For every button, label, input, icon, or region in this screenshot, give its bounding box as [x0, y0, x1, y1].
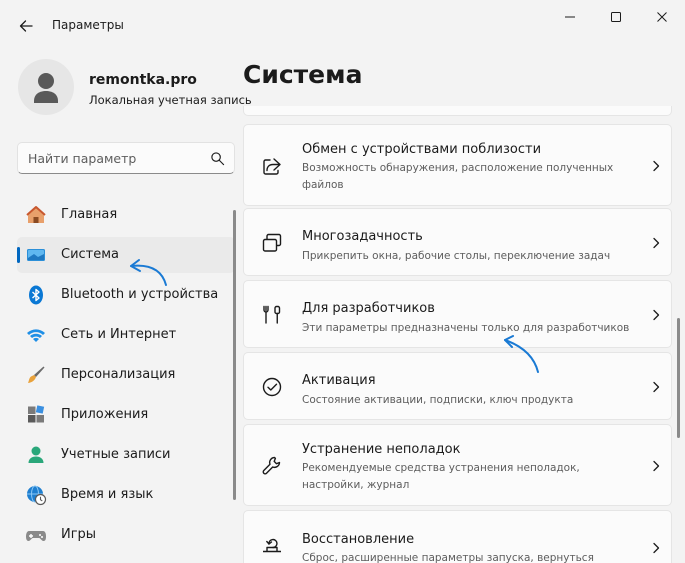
- settings-card-recovery[interactable]: Восстановление Сброс, расширенные параме…: [243, 510, 672, 563]
- sidebar-item-label: Приложения: [61, 407, 149, 422]
- close-button[interactable]: [639, 0, 685, 34]
- setting-description: Прикрепить окна, рабочие столы, переключ…: [302, 250, 611, 262]
- settings-window: Параметры remontka.pro Локальная учетная…: [0, 0, 685, 563]
- home-icon: [26, 206, 46, 223]
- settings-card-troubleshoot[interactable]: Устранение неполадок Рекомендуемые средс…: [243, 424, 672, 506]
- bluetooth-icon: [29, 285, 43, 305]
- chevron-right-icon: [653, 381, 660, 393]
- sidebar-item-label: Время и язык: [61, 487, 154, 502]
- multitask-icon: [262, 233, 282, 252]
- setting-description: Состояние активации, подписки, ключ прод…: [302, 394, 574, 406]
- sidebar-item-bluetooth[interactable]: Bluetooth и устройства: [17, 277, 235, 313]
- sidebar-item-label: Система: [61, 247, 120, 262]
- sidebar-item-label: Сеть и Интернет: [61, 327, 177, 342]
- selection-indicator: [17, 247, 20, 263]
- share-icon: [263, 158, 281, 175]
- wrench-icon: [262, 456, 281, 475]
- page-title: Система: [243, 60, 363, 89]
- search-input[interactable]: [28, 149, 198, 167]
- sidebar-scrollbar[interactable]: [233, 210, 236, 500]
- setting-title: Для разработчиков: [302, 301, 435, 316]
- settings-card-partial[interactable]: [243, 106, 672, 116]
- wifi-icon: [27, 329, 45, 342]
- globe-clock-icon: [27, 485, 47, 506]
- settings-card-activation[interactable]: Активация Состояние активации, подписки,…: [243, 352, 672, 420]
- setting-description: Сброс, расширенные параметры запуска, ве…: [302, 552, 594, 563]
- setting-title: Восстановление: [302, 532, 415, 547]
- account-type: Локальная учетная запись: [89, 93, 252, 107]
- paintbrush-icon: [28, 366, 45, 383]
- setting-title: Многозадачность: [302, 229, 423, 244]
- apps-icon: [28, 405, 45, 423]
- check-circle-icon: [262, 377, 282, 397]
- person-icon: [28, 446, 44, 463]
- minimize-button[interactable]: [547, 0, 593, 34]
- sidebar-item-accounts[interactable]: Учетные записи: [17, 437, 235, 473]
- sidebar-item-label: Учетные записи: [61, 447, 171, 462]
- sidebar-item-time-language[interactable]: Время и язык: [17, 477, 235, 513]
- sidebar-item-label: Bluetooth и устройства: [61, 287, 219, 302]
- sidebar-item-personalization[interactable]: Персонализация: [17, 357, 235, 393]
- setting-description: Возможность обнаружения, расположение по…: [302, 162, 614, 191]
- chevron-right-icon: [653, 237, 660, 249]
- sidebar-item-label: Персонализация: [61, 367, 176, 382]
- minimize-icon: [565, 16, 575, 18]
- person-avatar-icon: [34, 73, 58, 103]
- developer-tools-icon: [263, 305, 281, 324]
- chevron-right-icon: [653, 460, 660, 472]
- monitor-icon: [27, 249, 45, 261]
- search-icon[interactable]: [210, 151, 225, 166]
- back-button[interactable]: [8, 8, 44, 44]
- settings-card-for-developers[interactable]: Для разработчиков Эти параметры предназн…: [243, 280, 672, 348]
- maximize-button[interactable]: [593, 0, 639, 34]
- settings-card-nearby-sharing[interactable]: Обмен с устройствами поблизости Возможно…: [243, 124, 672, 206]
- sidebar-item-apps[interactable]: Приложения: [17, 397, 235, 433]
- gamepad-icon: [26, 531, 46, 541]
- close-icon: [657, 12, 667, 22]
- setting-title: Активация: [302, 373, 376, 388]
- chevron-right-icon: [653, 309, 660, 321]
- setting-description: Эти параметры предназначены только для р…: [302, 322, 630, 334]
- settings-list: Обмен с устройствами поблизости Возможно…: [243, 106, 673, 563]
- search-box[interactable]: [17, 142, 235, 174]
- sidebar-item-home[interactable]: Главная: [17, 197, 235, 233]
- setting-description: Рекомендуемые средства устранения непола…: [302, 462, 580, 491]
- app-title: Параметры: [52, 18, 124, 32]
- user-name: remontka.pro: [89, 72, 197, 88]
- content-scrollbar[interactable]: [677, 318, 680, 438]
- avatar[interactable]: [18, 59, 74, 115]
- sidebar-item-system[interactable]: Система: [17, 237, 235, 273]
- sidebar-item-label: Главная: [61, 207, 118, 222]
- settings-card-multitasking[interactable]: Многозадачность Прикрепить окна, рабочие…: [243, 208, 672, 276]
- chevron-right-icon: [653, 160, 660, 172]
- title-bar: Параметры: [0, 0, 685, 52]
- setting-title: Устранение неполадок: [302, 442, 461, 457]
- sidebar-item-label: Игры: [61, 527, 97, 542]
- setting-title: Обмен с устройствами поблизости: [302, 142, 542, 157]
- back-arrow-icon: [19, 20, 33, 32]
- sidebar-item-network[interactable]: Сеть и Интернет: [17, 317, 235, 353]
- maximize-icon: [611, 12, 621, 22]
- sidebar-item-gaming[interactable]: Игры: [17, 517, 235, 553]
- chevron-right-icon: [653, 542, 660, 554]
- recovery-icon: [263, 538, 281, 553]
